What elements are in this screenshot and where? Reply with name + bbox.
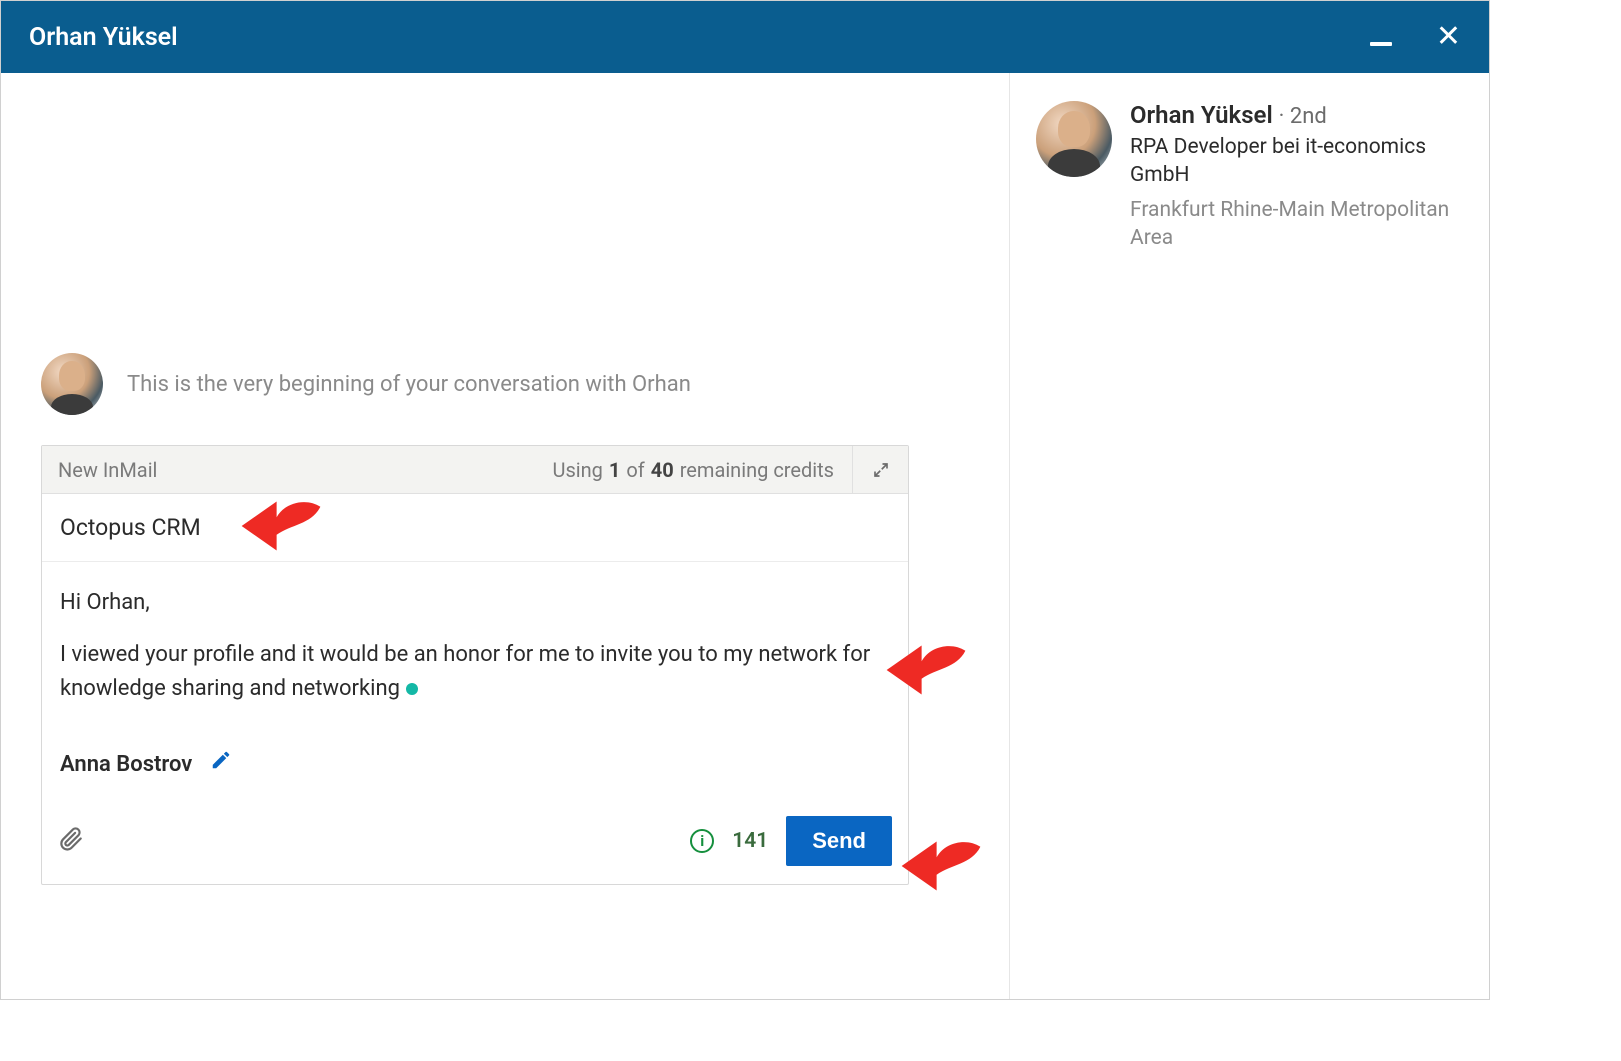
greeting-text: Hi Orhan, (60, 586, 890, 620)
credits-label: Using 1 of 40 remaining credits (173, 446, 852, 493)
credits-total: 40 (651, 458, 674, 482)
expand-icon[interactable] (852, 446, 908, 493)
message-window: Orhan Yüksel ✕ This is the very beginnin… (0, 0, 1490, 1000)
credits-used: 1 (609, 458, 620, 482)
titlebar: Orhan Yüksel ✕ (1, 1, 1489, 73)
conversation-intro-text: This is the very beginning of your conve… (127, 372, 691, 397)
subject-input[interactable]: Octopus CRM (42, 494, 908, 562)
profile-name[interactable]: Orhan Yüksel (1130, 101, 1273, 129)
signature-text: Anna Bostrov (60, 748, 192, 782)
profile-sidebar: Orhan Yüksel · 2nd RPA Developer bei it-… (1009, 73, 1489, 999)
body-text: I viewed your profile and it would be an… (60, 642, 870, 701)
conversation-start: This is the very beginning of your conve… (41, 353, 691, 415)
cursor-indicator (406, 683, 418, 695)
char-count: 141 (732, 829, 768, 853)
credits-prefix: Using (552, 458, 602, 482)
compose-header: New InMail Using 1 of 40 remaining credi… (42, 446, 908, 494)
profile-location: Frankfurt Rhine-Main Metropolitan Area (1130, 196, 1463, 253)
send-button[interactable]: Send (786, 816, 892, 866)
close-icon[interactable]: ✕ (1436, 22, 1461, 52)
attach-icon[interactable] (58, 825, 84, 858)
window-title: Orhan Yüksel (29, 23, 178, 52)
profile-headline: RPA Developer bei it-economics GmbH (1130, 133, 1463, 190)
compose-footer: i 141 Send (42, 802, 908, 884)
compose-panel: New InMail Using 1 of 40 remaining credi… (41, 445, 909, 885)
minimize-icon[interactable] (1370, 42, 1392, 46)
avatar (41, 353, 103, 415)
edit-signature-icon[interactable] (210, 748, 232, 782)
info-icon[interactable]: i (690, 829, 714, 853)
credits-of: of (626, 458, 644, 482)
annotation-arrow-icon (896, 831, 986, 901)
avatar[interactable] (1036, 101, 1112, 177)
credits-suffix: remaining credits (680, 458, 834, 482)
message-body-input[interactable]: Hi Orhan, I viewed your profile and it w… (42, 562, 908, 802)
connection-degree: 2nd (1290, 104, 1327, 129)
conversation-pane: This is the very beginning of your conve… (1, 73, 1009, 999)
compose-type-label: New InMail (42, 446, 173, 493)
